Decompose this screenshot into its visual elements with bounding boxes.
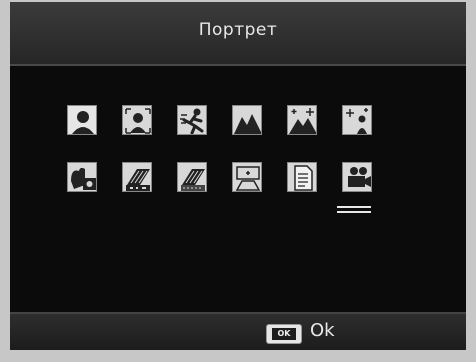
oblique-correction-icon <box>235 166 261 191</box>
scene-landscape[interactable] <box>232 105 262 135</box>
page-title: Портрет <box>198 20 278 40</box>
night-landscape-icon <box>289 108 316 134</box>
ok-text: Ok <box>310 320 335 341</box>
portrait-icon <box>72 111 94 134</box>
camera-screen: Портрет OK Ok <box>10 2 466 350</box>
scene-high-sensitivity[interactable] <box>67 162 97 192</box>
sports-icon <box>180 108 204 134</box>
scene-sepia-film[interactable] <box>177 162 207 192</box>
bw-film-icon <box>126 169 150 191</box>
title-bar: Портрет <box>10 2 466 66</box>
bottom-bar: OK Ok <box>10 312 466 350</box>
scene-bw-film[interactable] <box>122 162 152 192</box>
night-portrait-icon <box>346 108 368 134</box>
scene-text-mode[interactable] <box>287 162 317 192</box>
scene-portrait[interactable] <box>67 105 97 135</box>
scene-row-1 <box>67 105 427 145</box>
camera-lcd-frame: Портрет OK Ok <box>0 0 476 362</box>
text-mode-icon <box>294 165 313 191</box>
scene-night-portrait[interactable] <box>342 105 372 135</box>
scene-sports[interactable] <box>177 105 207 135</box>
high-sensitivity-icon <box>71 167 96 190</box>
scene-face[interactable] <box>122 105 152 135</box>
scene-night-landscape[interactable] <box>287 105 317 135</box>
landscape-icon <box>234 114 261 134</box>
movie-icon <box>348 167 371 187</box>
sepia-film-icon <box>181 169 205 191</box>
scene-movie[interactable] <box>342 162 372 192</box>
ok-key-label: OK <box>272 328 296 340</box>
scene-row-2 <box>67 162 427 213</box>
scene-oblique-correction[interactable] <box>232 162 262 192</box>
selection-cursor <box>337 206 371 213</box>
ok-button[interactable]: OK <box>266 324 302 344</box>
face-icon <box>125 108 151 134</box>
